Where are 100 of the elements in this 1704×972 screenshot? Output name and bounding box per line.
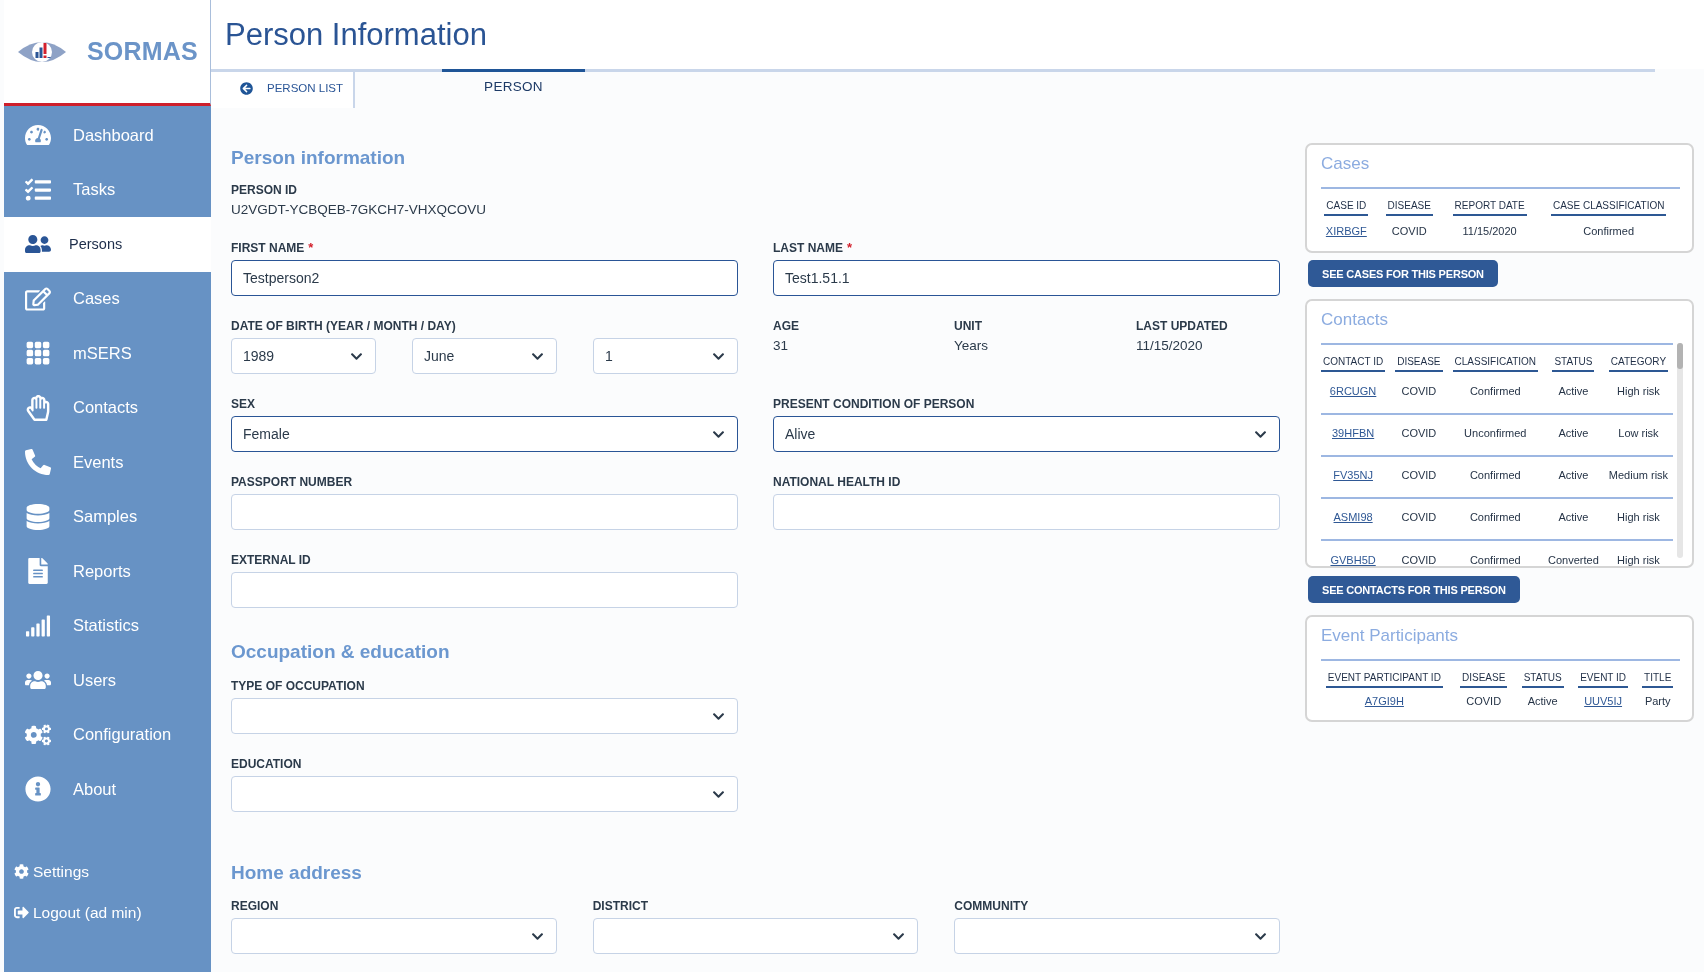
- page-title: Person Information: [225, 15, 487, 54]
- table-cell: Medium risk: [1603, 456, 1674, 498]
- table-cell: High risk: [1603, 372, 1674, 414]
- column-header: DISEASE: [1395, 356, 1443, 372]
- dropdown-field[interactable]: [231, 698, 738, 734]
- text-field[interactable]: Test1.51.1: [773, 260, 1280, 296]
- column-header: EVENT ID: [1578, 672, 1629, 688]
- table-cell: Active: [1543, 498, 1604, 540]
- info-icon: [25, 776, 51, 803]
- table-link[interactable]: A7GI9H: [1364, 695, 1404, 707]
- dropdown-field[interactable]: [592, 918, 919, 954]
- field-label: LAST UPDATED: [1136, 318, 1229, 334]
- column-header: CASE ID: [1324, 200, 1369, 216]
- table-cell: COVID: [1376, 216, 1442, 250]
- table-link[interactable]: FV35NJ: [1333, 469, 1373, 481]
- table-cell: COVID: [1390, 414, 1448, 456]
- column-header: CASE CLASSIFICATION: [1550, 200, 1667, 216]
- person-id-value: U2VGDT-YCBQEB-7GKCH7-VHXQCOVU: [231, 202, 488, 218]
- dropdown-field[interactable]: 1: [593, 338, 738, 374]
- scrollbar-thumb[interactable]: [1677, 343, 1684, 369]
- table-link[interactable]: 39HFBN: [1332, 427, 1375, 439]
- column-header: CONTACT ID: [1321, 356, 1386, 372]
- table-link[interactable]: UUV5IJ: [1584, 695, 1623, 707]
- dropdown-field[interactable]: June: [412, 338, 557, 374]
- settings-icon: [14, 864, 29, 879]
- see-contacts-button[interactable]: SEE CONTACTS FOR THIS PERSON: [1308, 576, 1520, 603]
- table-cell: Active: [1543, 372, 1604, 414]
- required-mark: *: [308, 240, 314, 256]
- card-title: Contacts: [1321, 309, 1390, 331]
- field-label: PRESENT CONDITION OF PERSON: [773, 396, 975, 412]
- back-link[interactable]: PERSON LIST: [211, 72, 355, 108]
- checklist-icon: [25, 176, 51, 203]
- field-label: PASSPORT NUMBER: [231, 474, 353, 490]
- field-label: FIRST NAME: [231, 240, 305, 256]
- grid-icon: [25, 340, 51, 367]
- column-header: STATUS: [1521, 672, 1564, 688]
- dropdown-field[interactable]: 1989: [231, 338, 376, 374]
- column-header: CLASSIFICATION: [1452, 356, 1539, 372]
- table-cell: COVID: [1390, 456, 1448, 498]
- column-header: REPORT DATE: [1452, 200, 1527, 216]
- field-label: AGE: [773, 318, 800, 334]
- column-header: CATEGORY: [1608, 356, 1669, 372]
- field-value: Years: [954, 338, 990, 354]
- table-cell: Active: [1543, 414, 1604, 456]
- section-heading: Person information: [231, 146, 407, 170]
- column-header: EVENT PARTICIPANT ID: [1325, 672, 1443, 688]
- dropdown-field[interactable]: Female: [231, 416, 738, 452]
- table-cell: Party: [1635, 688, 1680, 718]
- text-field[interactable]: [231, 572, 738, 608]
- field-value: 31: [773, 338, 790, 354]
- text-field[interactable]: Testperson2: [231, 260, 738, 296]
- column-header: DISEASE: [1385, 200, 1433, 216]
- text-field[interactable]: [231, 494, 738, 530]
- table-cell: Active: [1543, 456, 1604, 498]
- text-field[interactable]: [773, 494, 1280, 530]
- table-cell: Confirmed: [1447, 498, 1544, 540]
- table-link[interactable]: 6RCUGN: [1329, 384, 1377, 397]
- field-label: COMMUNITY: [954, 898, 1029, 914]
- table-link[interactable]: XIRBGF: [1325, 225, 1367, 237]
- field-label: DISTRICT: [592, 898, 648, 914]
- column-header: DISEASE: [1460, 672, 1508, 688]
- table-cell: COVID: [1452, 688, 1515, 718]
- table-cell: COVID: [1390, 372, 1448, 414]
- field-label: UNIT: [954, 318, 983, 334]
- field-label: LAST NAME: [773, 240, 843, 256]
- table-cell: Confirmed: [1447, 456, 1544, 498]
- phone-icon: [25, 449, 51, 476]
- back-arrow-icon: [240, 81, 253, 95]
- sidebar-item[interactable]: Persons: [4, 217, 211, 272]
- logo-text: SORMAS: [87, 37, 198, 66]
- table-cell: COVID: [1390, 540, 1448, 566]
- edit-icon: [25, 285, 51, 312]
- table-cell: Confirmed: [1447, 540, 1544, 566]
- column-header: TITLE: [1642, 672, 1674, 688]
- field-label: EDUCATION: [231, 756, 302, 772]
- field-label: REGION: [231, 898, 279, 914]
- field-label: PERSON ID: [231, 182, 298, 198]
- dropdown-field[interactable]: [231, 918, 557, 954]
- section-heading: Home address: [231, 861, 363, 885]
- table-link[interactable]: ASMI98: [1333, 511, 1373, 523]
- card-title: Event Participants: [1321, 625, 1459, 647]
- field-label: SEX: [231, 396, 255, 412]
- table-cell: High risk: [1603, 498, 1674, 540]
- field-value: 11/15/2020: [1136, 338, 1204, 354]
- dropdown-field[interactable]: [954, 918, 1280, 954]
- dropdown-field[interactable]: Alive: [773, 416, 1280, 452]
- table-cell: Low risk: [1603, 414, 1674, 456]
- table-cell: Active: [1514, 688, 1571, 718]
- field-label: TYPE OF OCCUPATION: [231, 678, 365, 694]
- field-label: NATIONAL HEALTH ID: [773, 474, 901, 490]
- field-label: DATE OF BIRTH (YEAR / MONTH / DAY): [231, 318, 456, 334]
- table-cell: Unconfirmed: [1447, 414, 1544, 456]
- tab[interactable]: PERSON: [442, 69, 585, 108]
- dropdown-field[interactable]: [231, 776, 738, 812]
- table-link[interactable]: GVBH5D: [1330, 554, 1376, 566]
- field-label: EXTERNAL ID: [231, 552, 311, 568]
- see-cases-button[interactable]: SEE CASES FOR THIS PERSON: [1308, 260, 1498, 287]
- hand-icon: [25, 394, 51, 421]
- card-title: Cases: [1321, 153, 1371, 175]
- required-mark: *: [847, 240, 853, 256]
